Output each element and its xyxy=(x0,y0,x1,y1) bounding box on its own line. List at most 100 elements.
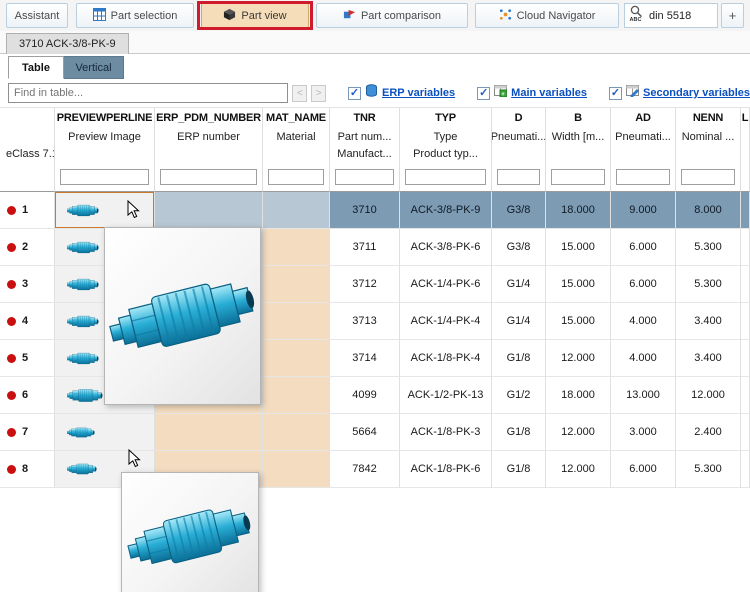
material-cell[interactable] xyxy=(263,340,330,377)
column-filter-input[interactable] xyxy=(681,168,735,185)
col-header-ad[interactable]: AD xyxy=(611,108,676,128)
l-cell[interactable] xyxy=(741,340,750,377)
b-cell[interactable]: 12.000 xyxy=(546,451,611,488)
nenn-cell[interactable]: 5.300 xyxy=(676,266,741,303)
d-cell[interactable]: G1/8 xyxy=(492,340,546,377)
tab-assistant[interactable]: Assistant xyxy=(6,3,68,28)
row-header[interactable]: 8 xyxy=(0,451,55,488)
nenn-cell[interactable]: 5.300 xyxy=(676,229,741,266)
d-cell[interactable]: G1/2 xyxy=(492,377,546,414)
erp-number-cell[interactable] xyxy=(155,414,263,451)
col-header-mat[interactable]: MAT_NAME xyxy=(263,108,330,128)
table-row[interactable]: 1 3710 ACK-3/8-PK-9 G3/8 18.000 9.000 8.… xyxy=(0,192,750,229)
material-cell[interactable] xyxy=(263,451,330,488)
column-filter-input[interactable] xyxy=(405,168,486,185)
b-cell[interactable]: 15.000 xyxy=(546,229,611,266)
row-header[interactable]: 4 xyxy=(0,303,55,340)
b-cell[interactable]: 15.000 xyxy=(546,266,611,303)
col-header-b[interactable]: B xyxy=(546,108,611,128)
typ-cell[interactable]: ACK-1/8-PK-6 xyxy=(400,451,492,488)
tnr-cell[interactable]: 3711 xyxy=(330,229,400,266)
b-cell[interactable]: 18.000 xyxy=(546,377,611,414)
ad-cell[interactable]: 6.000 xyxy=(611,266,676,303)
erp-number-cell[interactable] xyxy=(155,192,263,229)
l-cell[interactable] xyxy=(741,451,750,488)
main-variables-link[interactable]: Main variables xyxy=(511,87,587,99)
d-cell[interactable]: G1/8 xyxy=(492,414,546,451)
nenn-cell[interactable]: 3.400 xyxy=(676,303,741,340)
typ-cell[interactable]: ACK-3/8-PK-9 xyxy=(400,192,492,229)
tnr-cell[interactable]: 3713 xyxy=(330,303,400,340)
ad-cell[interactable]: 9.000 xyxy=(611,192,676,229)
ad-cell[interactable]: 13.000 xyxy=(611,377,676,414)
erp-variables-toggle[interactable]: ✓ ERP variables xyxy=(347,84,455,102)
erp-variables-checkbox[interactable]: ✓ xyxy=(347,86,361,100)
l-cell[interactable] xyxy=(741,414,750,451)
row-header[interactable]: 6 xyxy=(0,377,55,414)
row-header[interactable]: 1 xyxy=(0,192,55,229)
tab-part-view[interactable]: Part view xyxy=(201,3,309,28)
search-box[interactable]: ABC xyxy=(624,3,718,28)
d-cell[interactable]: G1/8 xyxy=(492,451,546,488)
main-variables-toggle[interactable]: ✓ + Main variables xyxy=(477,84,587,102)
typ-cell[interactable]: ACK-1/4-PK-4 xyxy=(400,303,492,340)
column-filter-input[interactable] xyxy=(551,168,605,185)
l-cell[interactable] xyxy=(741,192,750,229)
tnr-cell[interactable]: 7842 xyxy=(330,451,400,488)
find-in-table-input[interactable] xyxy=(8,83,289,103)
tab-part-comparison[interactable]: Part comparison xyxy=(316,3,468,28)
material-cell[interactable] xyxy=(263,303,330,340)
typ-cell[interactable]: ACK-3/8-PK-6 xyxy=(400,229,492,266)
col-header-nenn[interactable]: NENN xyxy=(676,108,741,128)
tnr-cell[interactable]: 4099 xyxy=(330,377,400,414)
search-input[interactable] xyxy=(647,8,707,23)
secondary-variables-link[interactable]: Secondary variables xyxy=(643,87,750,99)
material-cell[interactable] xyxy=(263,414,330,451)
col-header-preview[interactable]: PREVIEWPERLINE xyxy=(55,108,155,128)
find-previous-button[interactable]: < xyxy=(292,84,308,102)
nenn-cell[interactable]: 5.300 xyxy=(676,451,741,488)
col-header-typ[interactable]: TYP xyxy=(400,108,492,128)
column-filter-input[interactable] xyxy=(497,168,540,185)
erp-variables-link[interactable]: ERP variables xyxy=(382,87,455,99)
column-filter-input[interactable] xyxy=(60,168,149,185)
row-header[interactable]: 5 xyxy=(0,340,55,377)
column-filter-input[interactable] xyxy=(268,168,324,185)
col-header-d[interactable]: D xyxy=(492,108,546,128)
typ-cell[interactable]: ACK-1/8-PK-3 xyxy=(400,414,492,451)
tab-vertical-view[interactable]: Vertical xyxy=(64,56,124,79)
d-cell[interactable]: G1/4 xyxy=(492,303,546,340)
b-cell[interactable]: 12.000 xyxy=(546,414,611,451)
tnr-cell[interactable]: 3710 xyxy=(330,192,400,229)
col-header-l[interactable]: L xyxy=(741,108,750,128)
tab-cloud-navigator[interactable]: Cloud Navigator xyxy=(475,3,619,28)
material-cell[interactable] xyxy=(263,229,330,266)
nenn-cell[interactable]: 3.400 xyxy=(676,340,741,377)
find-next-button[interactable]: > xyxy=(311,84,326,102)
table-row[interactable]: 8 7842 ACK-1/8-PK-6 G1/8 12.000 6.000 5.… xyxy=(0,451,750,488)
tnr-cell[interactable]: 5664 xyxy=(330,414,400,451)
ad-cell[interactable]: 3.000 xyxy=(611,414,676,451)
d-cell[interactable]: G3/8 xyxy=(492,192,546,229)
col-header-tnr[interactable]: TNR xyxy=(330,108,400,128)
material-cell[interactable] xyxy=(263,266,330,303)
l-cell[interactable] xyxy=(741,377,750,414)
nenn-cell[interactable]: 8.000 xyxy=(676,192,741,229)
document-tab[interactable]: 3710 ACK-3/8-PK-9 xyxy=(6,33,129,54)
b-cell[interactable]: 15.000 xyxy=(546,303,611,340)
column-filter-input[interactable] xyxy=(616,168,670,185)
material-cell[interactable] xyxy=(263,192,330,229)
secondary-variables-toggle[interactable]: ✓ Secondary variables xyxy=(609,84,750,102)
material-cell[interactable] xyxy=(263,377,330,414)
b-cell[interactable]: 12.000 xyxy=(546,340,611,377)
l-cell[interactable] xyxy=(741,303,750,340)
main-variables-checkbox[interactable]: ✓ xyxy=(477,86,491,100)
ad-cell[interactable]: 4.000 xyxy=(611,303,676,340)
row-header[interactable]: 7 xyxy=(0,414,55,451)
typ-cell[interactable]: ACK-1/4-PK-6 xyxy=(400,266,492,303)
nenn-cell[interactable]: 12.000 xyxy=(676,377,741,414)
ad-cell[interactable]: 4.000 xyxy=(611,340,676,377)
column-filter-input[interactable] xyxy=(335,168,394,185)
d-cell[interactable]: G3/8 xyxy=(492,229,546,266)
secondary-variables-checkbox[interactable]: ✓ xyxy=(609,86,622,100)
